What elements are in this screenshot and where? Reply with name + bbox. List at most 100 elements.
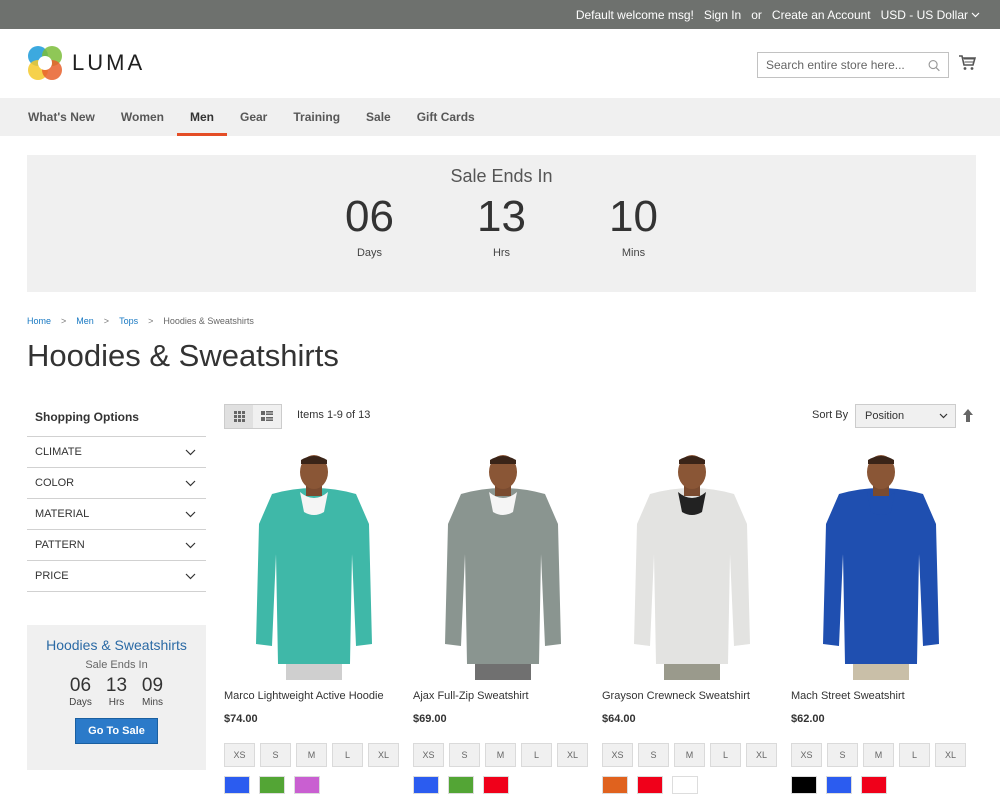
breadcrumb-home[interactable]: Home (27, 316, 51, 326)
breadcrumb-tops[interactable]: Tops (119, 316, 138, 326)
logo[interactable]: LUMA (28, 46, 145, 80)
filter-label: Climate (35, 446, 82, 458)
size-option-m[interactable]: M (296, 743, 327, 767)
size-option-l[interactable]: L (899, 743, 930, 767)
mini-minutes-value: 09 (141, 675, 164, 696)
cart-icon[interactable] (958, 54, 976, 71)
size-option-s[interactable]: S (827, 743, 858, 767)
size-option-s[interactable]: S (260, 743, 291, 767)
chevron-right-icon: > (103, 316, 110, 326)
color-swatch[interactable] (448, 776, 474, 794)
color-swatch[interactable] (483, 776, 509, 794)
product-grid: Marco Lightweight Active Hoodie $74.00 XS S… (224, 454, 980, 794)
top-bar: Default welcome msg! Sign In or Create a… (0, 0, 1000, 29)
product-image[interactable] (224, 454, 404, 680)
mini-hours-label: Hrs (108, 697, 125, 708)
list-view-button[interactable] (253, 405, 281, 428)
search-box[interactable] (757, 52, 949, 78)
sidebar-filters: Shopping Options Climate Color Material Pat… (27, 402, 206, 592)
color-swatch[interactable] (826, 776, 852, 794)
size-option-s[interactable]: S (638, 743, 669, 767)
color-swatch[interactable] (861, 776, 887, 794)
sale-widget-subtitle: Sale Ends In (85, 659, 148, 671)
size-option-s[interactable]: S (449, 743, 480, 767)
product-item: Grayson Crewneck Sweatshirt $64.00 XS S M L XL (602, 454, 791, 794)
product-name-link[interactable]: Grayson Crewneck Sweatshirt (602, 690, 791, 702)
color-options (224, 776, 413, 794)
sort-by-select[interactable]: Position (855, 404, 956, 428)
size-option-m[interactable]: M (485, 743, 516, 767)
product-image[interactable] (413, 454, 593, 680)
color-swatch[interactable] (602, 776, 628, 794)
size-option-l[interactable]: L (332, 743, 363, 767)
mini-hours-value: 13 (105, 675, 128, 696)
color-swatch[interactable] (224, 776, 250, 794)
list-icon (261, 411, 273, 421)
color-options (413, 776, 602, 794)
size-option-xs[interactable]: XS (224, 743, 255, 767)
search-icon[interactable] (928, 59, 940, 72)
size-option-xs[interactable]: XS (413, 743, 444, 767)
product-name-link[interactable]: Marco Lightweight Active Hoodie (224, 690, 413, 702)
sort-by-value: Position (865, 410, 905, 422)
size-option-m[interactable]: M (674, 743, 705, 767)
color-swatch[interactable] (672, 776, 698, 794)
currency-switcher[interactable]: USD - US Dollar (881, 8, 980, 22)
filter-price[interactable]: Price (27, 561, 206, 592)
mini-days-label: Days (69, 697, 92, 708)
size-option-xl[interactable]: XL (935, 743, 966, 767)
product-item: Marco Lightweight Active Hoodie $74.00 XS S… (224, 454, 413, 794)
size-option-xl[interactable]: XL (368, 743, 399, 767)
color-swatch[interactable] (791, 776, 817, 794)
size-option-xl[interactable]: XL (746, 743, 777, 767)
color-swatch[interactable] (294, 776, 320, 794)
sign-in-link[interactable]: Sign In (704, 8, 741, 22)
banner-title: Sale Ends In (450, 166, 553, 186)
size-option-l[interactable]: L (710, 743, 741, 767)
size-options: XS S M L XL (602, 743, 791, 767)
nav-item-men[interactable]: Men (177, 98, 227, 136)
create-account-link[interactable]: Create an Account (772, 8, 871, 22)
go-to-sale-button[interactable]: Go To Sale (75, 718, 158, 744)
nav-item-women[interactable]: Women (108, 98, 177, 136)
nav-item-sale[interactable]: Sale (353, 98, 404, 136)
size-option-xl[interactable]: XL (557, 743, 588, 767)
size-option-xs[interactable]: XS (602, 743, 633, 767)
grid-icon (233, 411, 245, 422)
breadcrumb-men[interactable]: Men (76, 316, 94, 326)
welcome-message: Default welcome msg! (575, 7, 694, 22)
product-name-link[interactable]: Ajax Full-Zip Sweatshirt (413, 690, 602, 702)
size-option-m[interactable]: M (863, 743, 894, 767)
filter-climate[interactable]: Climate (27, 437, 206, 468)
nav-item-gift-cards[interactable]: Gift Cards (404, 98, 488, 136)
color-swatch[interactable] (259, 776, 285, 794)
filter-label: Color (35, 477, 75, 489)
filter-color[interactable]: Color (27, 468, 206, 499)
filter-label: Material (35, 508, 90, 520)
minutes-value: 10 (609, 192, 658, 241)
product-image[interactable] (602, 454, 782, 680)
chevron-down-icon (185, 480, 196, 486)
product-name-link[interactable]: Mach Street Sweatshirt (791, 690, 980, 702)
shopping-options-title: Shopping Options (27, 402, 206, 437)
search-input[interactable] (766, 58, 928, 72)
hours-value: 13 (477, 192, 526, 241)
sort-direction-arrow-up-icon[interactable] (963, 409, 973, 422)
product-price: $64.00 (602, 713, 636, 725)
color-swatch[interactable] (413, 776, 439, 794)
size-option-xs[interactable]: XS (791, 743, 822, 767)
chevron-down-icon (185, 511, 196, 517)
nav-item-whats-new[interactable]: What's New (28, 98, 108, 136)
grid-view-button[interactable] (225, 405, 253, 428)
size-option-l[interactable]: L (521, 743, 552, 767)
color-swatch[interactable] (637, 776, 663, 794)
filter-pattern[interactable]: Pattern (27, 530, 206, 561)
minutes-label: Mins (621, 247, 646, 259)
filter-material[interactable]: Material (27, 499, 206, 530)
mini-days-value: 06 (69, 675, 92, 696)
nav-item-gear[interactable]: Gear (227, 98, 280, 136)
nav-item-training[interactable]: Training (280, 98, 353, 136)
countdown-minutes: 10 Mins (601, 191, 667, 259)
hours-label: Hrs (492, 247, 511, 259)
product-image[interactable] (791, 454, 971, 680)
